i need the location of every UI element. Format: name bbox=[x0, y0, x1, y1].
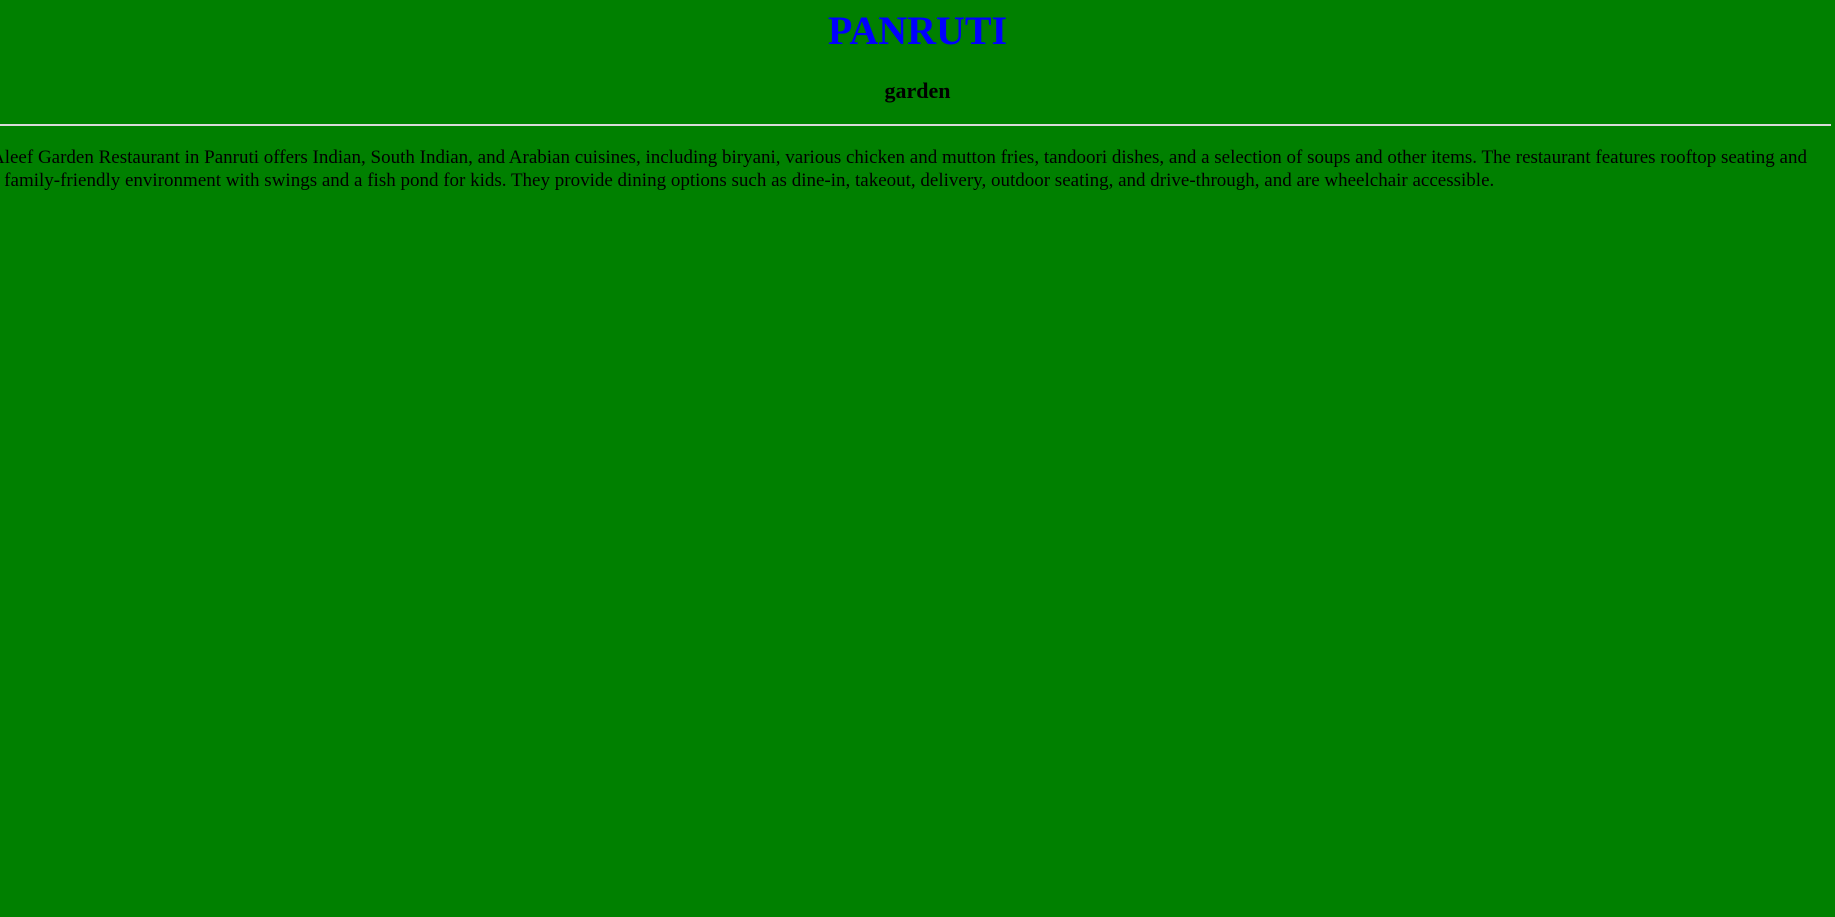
restaurant-description: Aleef Garden Restaurant in Panruti offer… bbox=[0, 147, 1807, 191]
page-subtitle: garden bbox=[884, 78, 951, 103]
description-container: Aleef Garden Restaurant in Panruti offer… bbox=[0, 146, 1835, 192]
divider bbox=[0, 124, 1831, 126]
page-title: PANRUTI bbox=[827, 8, 1008, 53]
